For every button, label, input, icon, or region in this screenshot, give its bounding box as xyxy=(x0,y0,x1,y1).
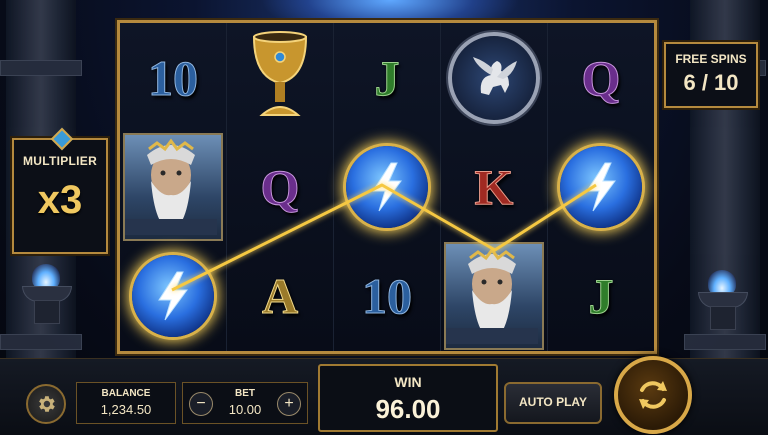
reel-symbol: Q xyxy=(548,23,654,132)
win-value: 96.00 xyxy=(375,394,441,424)
reel-symbol: Q xyxy=(227,132,333,241)
win-label: WIN xyxy=(394,374,422,390)
pegasus-medallion-icon xyxy=(448,31,540,124)
free-spins-value: 6 / 10 xyxy=(683,70,739,95)
symbol-q: Q xyxy=(260,158,300,215)
multiplier-label: MULTIPLIER xyxy=(22,154,98,168)
reel-symbol: J xyxy=(334,23,440,132)
multiplier-value: x3 xyxy=(37,178,83,222)
bet-increase-button[interactable]: + xyxy=(277,392,301,416)
reel-symbol xyxy=(548,132,654,241)
left-brazier-icon xyxy=(18,262,74,324)
reel-symbol: J xyxy=(548,241,654,350)
settings-button[interactable] xyxy=(26,384,66,424)
auto-play-button[interactable]: AUTO PLAY xyxy=(504,382,602,424)
balance-label: BALANCE xyxy=(101,388,151,399)
balance-display: BALANCE 1,234.50 xyxy=(76,382,176,424)
bet-control: − BET 10.00 + xyxy=(182,382,308,424)
lightning-orb-icon xyxy=(132,254,214,337)
symbol-j: J xyxy=(374,49,400,106)
reel-symbol: 10 xyxy=(120,23,226,132)
reel-symbol xyxy=(120,132,226,241)
reel-2: QA xyxy=(227,23,334,351)
win-display: WIN 96.00 xyxy=(318,364,498,432)
reel-symbol: 10 xyxy=(334,241,440,350)
symbol-a: A xyxy=(261,267,299,324)
reel-symbol xyxy=(334,132,440,241)
bet-decrease-button[interactable]: − xyxy=(189,392,213,416)
right-brazier-icon xyxy=(694,268,750,330)
symbol-j: J xyxy=(588,267,614,324)
gear-icon xyxy=(39,396,55,412)
reel-symbol xyxy=(227,23,333,132)
symbol-k: K xyxy=(474,158,514,215)
reel-symbol xyxy=(441,241,547,350)
reel-symbol: A xyxy=(227,241,333,350)
symbol-q: Q xyxy=(581,49,621,106)
reel-symbol xyxy=(120,241,226,350)
zeus-portrait-icon xyxy=(444,241,544,350)
reel-grid: 10 QAJ 10 K Q J xyxy=(117,20,657,354)
symbol-10: 10 xyxy=(362,267,413,324)
free-spins-panel: FREE SPINS 6 / 10 xyxy=(664,42,758,108)
lightning-orb-icon xyxy=(560,145,642,228)
reel-4: K xyxy=(441,23,548,351)
reel-5: Q J xyxy=(548,23,654,351)
symbol-10: 10 xyxy=(148,49,199,106)
spin-button[interactable] xyxy=(614,356,692,434)
zeus-portrait-icon xyxy=(123,132,223,241)
reel-symbol xyxy=(441,23,547,132)
balance-value: 1,234.50 xyxy=(100,402,152,417)
golden-chalice-icon xyxy=(240,27,320,128)
free-spins-label: FREE SPINS xyxy=(675,52,747,66)
reel-1: 10 xyxy=(120,23,227,351)
reel-symbol: K xyxy=(441,132,547,241)
multiplier-panel: MULTIPLIER x3 xyxy=(12,127,108,254)
spin-arrows-icon xyxy=(639,381,667,409)
reel-3: J 10 xyxy=(334,23,441,351)
lightning-orb-icon xyxy=(346,145,428,228)
